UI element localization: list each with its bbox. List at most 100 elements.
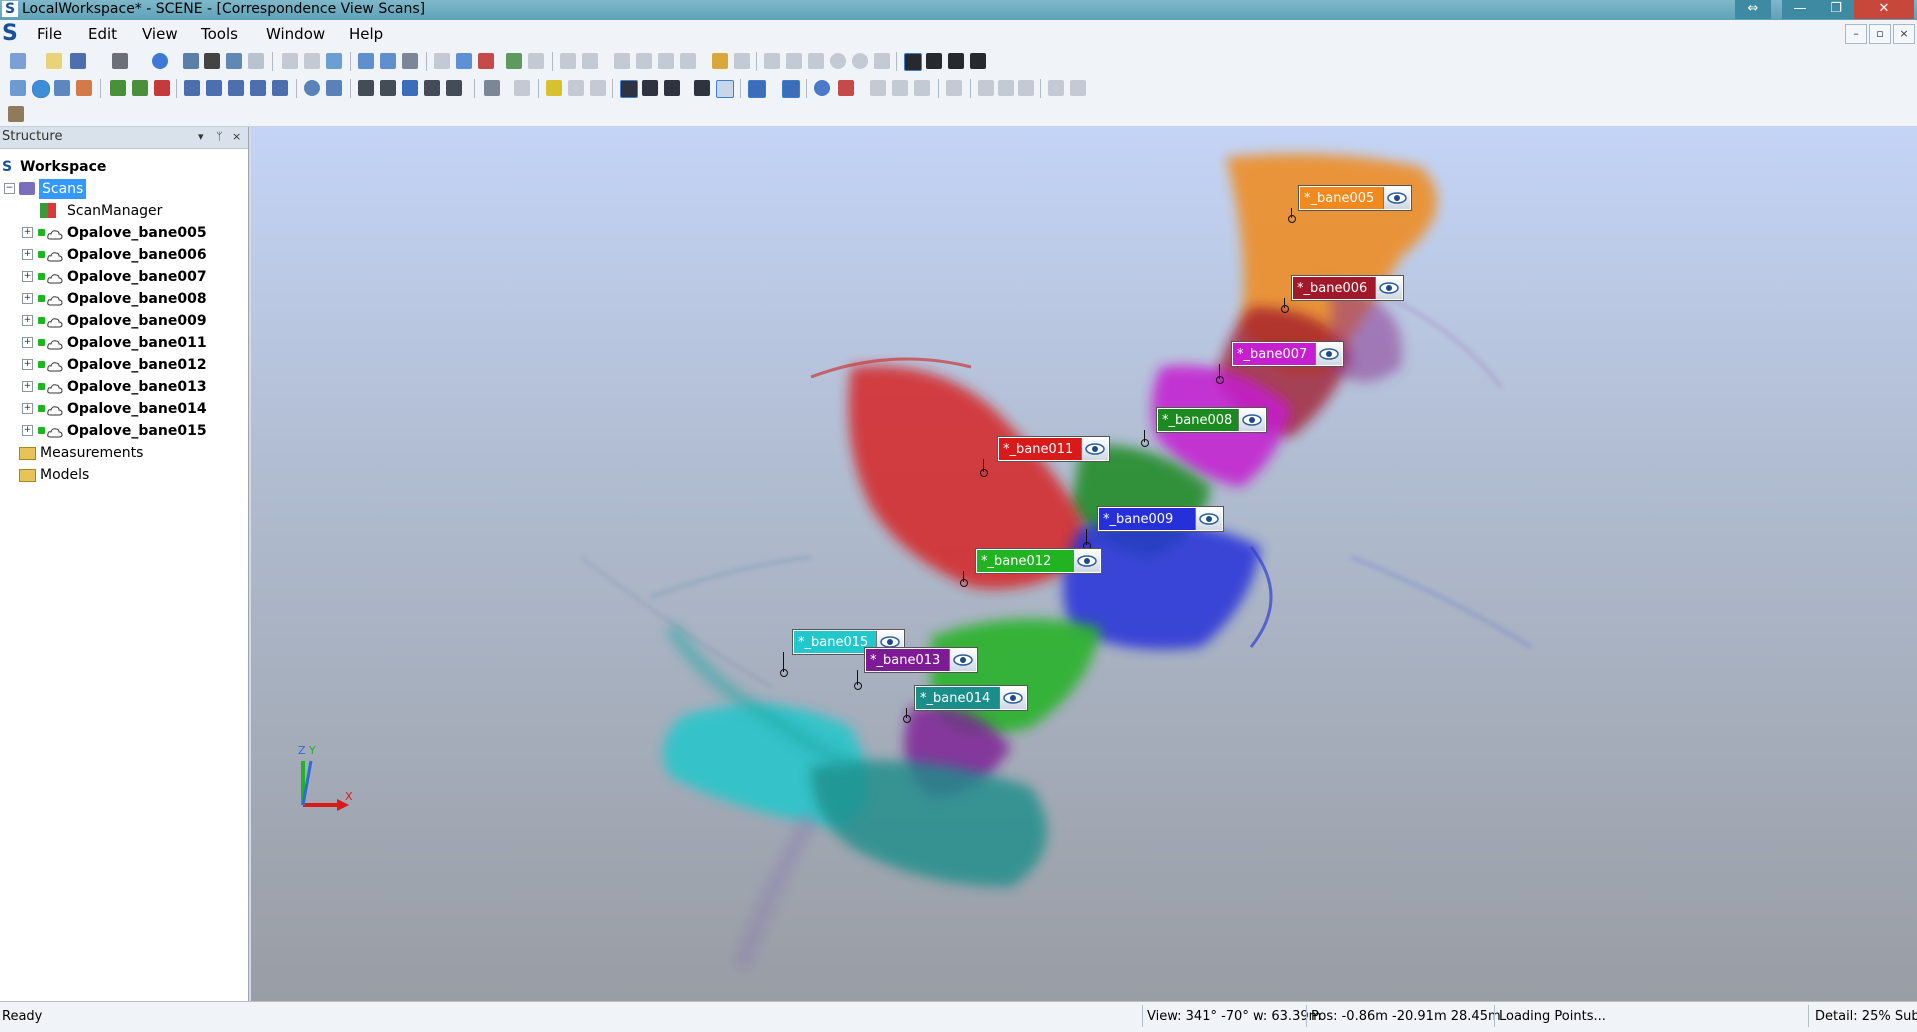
eye-icon[interactable]: [1073, 550, 1100, 572]
scan-label[interactable]: *_bane006: [1292, 276, 1403, 300]
refresh-icon[interactable]: [814, 80, 830, 96]
arrow-right-icon[interactable]: [132, 80, 148, 96]
tool-12-icon[interactable]: [712, 53, 728, 69]
arrow-up-icon[interactable]: [110, 80, 126, 96]
help-icon[interactable]: [152, 53, 168, 69]
cube-3-icon[interactable]: [228, 80, 244, 96]
scan-label[interactable]: *_bane007: [1232, 342, 1343, 366]
list-icon[interactable]: [248, 53, 264, 69]
tool-11-icon[interactable]: [680, 53, 696, 69]
expand-icon[interactable]: +: [22, 271, 33, 282]
select-circle-icon[interactable]: [830, 53, 846, 69]
print-icon[interactable]: [112, 53, 128, 69]
scan-position-marker[interactable]: [1216, 376, 1224, 384]
tool-4-icon[interactable]: [506, 53, 522, 69]
eye-icon[interactable]: [1383, 187, 1410, 209]
view-back-icon[interactable]: [380, 53, 396, 69]
scan-label[interactable]: *_bane011: [998, 437, 1109, 461]
cloud-tool-4-icon[interactable]: [914, 80, 930, 96]
cube-1-icon[interactable]: [184, 80, 200, 96]
connect-icon[interactable]: [946, 80, 962, 96]
tool-2-icon[interactable]: [456, 53, 472, 69]
eye-icon[interactable]: [999, 687, 1026, 709]
marker-icon[interactable]: [546, 80, 562, 96]
view-tool-1-icon[interactable]: [10, 80, 26, 96]
collapse-icon[interactable]: [1070, 80, 1086, 96]
maximize-button[interactable]: ❐: [1818, 0, 1854, 19]
copy-icon[interactable]: [282, 53, 298, 69]
clip-2-icon[interactable]: [424, 80, 440, 96]
nav-forward-icon[interactable]: [998, 80, 1014, 96]
point-density-2-icon[interactable]: [642, 80, 658, 96]
select-corner-icon[interactable]: [874, 53, 890, 69]
tool-10-icon[interactable]: [658, 53, 674, 69]
scan-position-marker[interactable]: [854, 682, 862, 690]
tool-13-icon[interactable]: [734, 53, 750, 69]
select-poly-icon[interactable]: [808, 53, 824, 69]
menu-help[interactable]: Help: [349, 25, 383, 43]
3d-view-icon[interactable]: [204, 53, 220, 69]
tool-7-icon[interactable]: [582, 53, 598, 69]
expand-icon[interactable]: +: [22, 337, 33, 348]
fly-icon[interactable]: [326, 80, 342, 96]
view-front-icon[interactable]: [358, 53, 374, 69]
scan-position-marker[interactable]: [1281, 305, 1289, 313]
menu-tools[interactable]: Tools: [201, 25, 238, 43]
tool-9-icon[interactable]: [636, 53, 652, 69]
scan-label[interactable]: *_bane009: [1098, 507, 1223, 531]
scan-label[interactable]: *_bane005: [1299, 186, 1411, 210]
window-mode-3-icon[interactable]: [948, 53, 964, 69]
scan-position-marker[interactable]: [903, 715, 911, 723]
tool-1-icon[interactable]: [434, 53, 450, 69]
nav-first-icon[interactable]: [1018, 80, 1034, 96]
scan-label[interactable]: *_bane008: [1157, 408, 1266, 432]
import-icon[interactable]: [326, 53, 342, 69]
3d-viewport[interactable]: *_bane005 *_bane006 *_bane007 *_bane008 *_ba…: [251, 127, 1917, 1001]
menu-view[interactable]: View: [142, 25, 178, 43]
panel-pin-icon[interactable]: ᛘ: [216, 130, 223, 143]
scan-position-marker[interactable]: [980, 469, 988, 477]
clip-icon[interactable]: [380, 80, 396, 96]
cloud-tool-icon[interactable]: [838, 80, 854, 96]
menu-edit[interactable]: Edit: [88, 25, 117, 43]
expand-icon[interactable]: +: [22, 425, 33, 436]
expand-icon[interactable]: +: [22, 381, 33, 392]
save-icon[interactable]: [70, 53, 86, 69]
color-mode-2-icon[interactable]: [782, 80, 800, 98]
view-tool-4-icon[interactable]: [76, 80, 92, 96]
panel-close-icon[interactable]: ×: [232, 130, 241, 143]
scan-position-marker[interactable]: [960, 579, 968, 587]
point-density-3-icon[interactable]: [664, 80, 680, 96]
pick-icon[interactable]: [568, 80, 584, 96]
photo-icon[interactable]: [8, 106, 24, 122]
cloud-tool-3-icon[interactable]: [892, 80, 908, 96]
eye-icon[interactable]: [1315, 343, 1342, 365]
globe-icon[interactable]: [32, 80, 50, 98]
nav-back-icon[interactable]: [978, 80, 994, 96]
window-mode-2-icon[interactable]: [926, 53, 942, 69]
view-tool-3-icon[interactable]: [54, 80, 70, 96]
tool-8-icon[interactable]: [614, 53, 630, 69]
menu-window[interactable]: Window: [266, 25, 325, 43]
minimize-button[interactable]: —: [1782, 0, 1818, 19]
page-icon[interactable]: [514, 80, 530, 96]
mdi-close-button[interactable]: ×: [1893, 24, 1915, 44]
undo-icon[interactable]: [304, 53, 320, 69]
tool-3-icon[interactable]: [478, 53, 494, 69]
new-icon[interactable]: [10, 53, 26, 69]
zoom-icon[interactable]: [304, 80, 320, 96]
cube-2-icon[interactable]: [206, 80, 222, 96]
scan-position-marker[interactable]: [1288, 215, 1296, 223]
measure-icon[interactable]: [590, 80, 606, 96]
clip-dropdown-icon[interactable]: [446, 80, 462, 96]
app-icon[interactable]: S: [2, 23, 22, 45]
resize-window-icon[interactable]: ⇔: [1735, 0, 1771, 19]
panel-dropdown-icon[interactable]: ▾: [198, 130, 204, 143]
eye-icon[interactable]: [1081, 438, 1108, 460]
collapse-icon[interactable]: −: [4, 183, 15, 194]
scan-label[interactable]: *_bane013: [865, 648, 977, 672]
eye-icon[interactable]: [1375, 277, 1402, 299]
clip-box-icon[interactable]: [402, 80, 418, 96]
color-mode-icon[interactable]: [748, 80, 766, 98]
select-line-icon[interactable]: [786, 53, 802, 69]
